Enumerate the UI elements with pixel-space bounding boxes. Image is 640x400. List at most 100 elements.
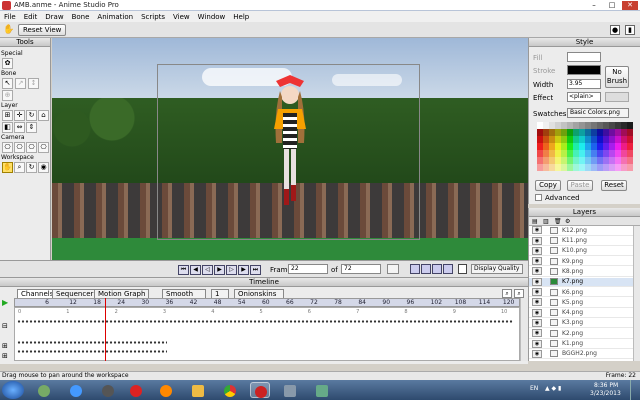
visibility-icon[interactable]: ◉ [532, 246, 542, 255]
visibility-icon[interactable]: ◉ [532, 329, 542, 338]
menu-scripts[interactable]: Scripts [137, 13, 169, 21]
new-layer-icon[interactable]: ▤ [532, 218, 538, 225]
visibility-icon[interactable]: ◉ [532, 226, 542, 235]
layer-flip-icon[interactable]: ⇔ [14, 122, 25, 133]
layer-row[interactable]: ◉ K7.png [529, 277, 633, 288]
visibility-icon[interactable]: ◉ [532, 318, 542, 327]
minimize-button[interactable]: – [586, 1, 602, 10]
taskbar-ie[interactable] [66, 382, 86, 398]
menu-window[interactable]: Window [194, 13, 230, 21]
visibility-icon[interactable]: ◉ [532, 288, 542, 297]
camera-roll-icon[interactable]: ⎔ [26, 142, 37, 153]
layer-row[interactable]: ◉ K1.png [529, 339, 633, 349]
camera-pan-icon[interactable]: ⎔ [38, 142, 49, 153]
swatches-select[interactable]: Basic Colors.png [567, 108, 629, 118]
menu-view[interactable]: View [169, 13, 194, 21]
view-split-v-icon[interactable] [432, 264, 442, 274]
layer-row[interactable]: ◉ K9.png [529, 257, 633, 267]
color-swatch[interactable] [627, 143, 633, 150]
visibility-icon[interactable]: ◉ [532, 236, 542, 245]
visibility-icon[interactable]: ◉ [532, 257, 542, 266]
color-swatch[interactable] [627, 129, 633, 136]
clock-time[interactable]: 8:36 PM [594, 382, 618, 389]
effect-select[interactable]: <plain> [567, 92, 601, 102]
visibility-icon[interactable]: ◉ [532, 298, 542, 307]
visibility-icon[interactable]: ◉ [532, 277, 542, 286]
hand-icon[interactable]: ✋ [3, 25, 14, 35]
layer-row[interactable]: ◉ K6.png [529, 288, 633, 298]
step-back-icon[interactable]: ◁ [202, 265, 213, 275]
playhead[interactable] [105, 298, 106, 361]
layer-row[interactable]: ◉ K4.png [529, 308, 633, 318]
clock-date[interactable]: 3/23/2013 [590, 390, 621, 397]
step-forward-icon[interactable]: ▷ [226, 265, 237, 275]
camera-zoom-icon[interactable]: ⎔ [14, 142, 25, 153]
taskbar-app-10[interactable] [312, 382, 332, 398]
language-indicator[interactable]: EN [530, 385, 538, 392]
layer-move-icon[interactable]: ✛ [14, 110, 25, 121]
keyframe-row[interactable] [17, 341, 167, 344]
menu-file[interactable]: File [0, 13, 20, 21]
start-button[interactable] [2, 381, 24, 399]
camera-track-icon[interactable]: ⎔ [2, 142, 13, 153]
workspace-pan-icon[interactable]: ✋ [2, 162, 13, 173]
grid-toggle-icon[interactable] [458, 264, 467, 274]
taskbar-app-1[interactable] [34, 382, 54, 398]
layer-row[interactable]: ◉ K5.png [529, 298, 633, 308]
layer-row[interactable]: ◉ K3.png [529, 318, 633, 329]
delete-layer-icon[interactable]: 🗑 [554, 218, 562, 225]
layer-transform-icon[interactable]: ⊞ [2, 110, 13, 121]
reset-view-button[interactable]: Reset View [18, 24, 67, 36]
play-icon[interactable]: ▶ [214, 265, 225, 275]
no-brush-button[interactable]: No Brush [605, 66, 629, 88]
layer-row[interactable]: ◉ K2.png [529, 329, 633, 339]
effect-edit-button[interactable] [605, 92, 629, 102]
advanced-checkbox[interactable] [535, 194, 542, 201]
visibility-icon[interactable]: ◉ [532, 267, 542, 276]
layers-scrollbar[interactable] [633, 226, 640, 361]
zoom-in-icon[interactable]: ⌕ [514, 289, 524, 298]
canvas[interactable] [52, 38, 528, 260]
stroke-color-swatch[interactable] [567, 65, 601, 75]
zoom-out-icon[interactable]: ⌕ [502, 289, 512, 298]
user-icon[interactable]: ● [610, 25, 620, 35]
taskbar-app-3[interactable] [98, 382, 118, 398]
bone-tool-3-icon[interactable]: ↕ [28, 78, 39, 89]
paste-button[interactable]: Paste [567, 180, 593, 191]
visibility-icon[interactable]: ◉ [532, 339, 542, 348]
end-icon[interactable]: ⏭ [250, 265, 261, 275]
taskbar-explorer[interactable] [188, 382, 208, 398]
layer-shear-icon[interactable]: ⌂ [38, 110, 49, 121]
rewind-icon[interactable]: ⏮ [178, 265, 189, 275]
play-marker-icon[interactable]: ▶ [2, 299, 11, 307]
color-swatch[interactable] [627, 136, 633, 143]
view-single-icon[interactable] [410, 264, 420, 274]
fill-color-swatch[interactable] [567, 52, 601, 62]
layer-rotate-icon[interactable]: ↻ [26, 110, 37, 121]
layer-row[interactable]: ◉ K12.png [529, 226, 633, 236]
taskbar-opera[interactable] [126, 382, 146, 398]
total-frames-input[interactable]: 72 [341, 264, 381, 274]
taskbar-firefox[interactable] [156, 382, 176, 398]
reset-style-button[interactable]: Reset [601, 180, 627, 191]
timeline-scrollbar[interactable] [520, 298, 528, 361]
menu-animation[interactable]: Animation [93, 13, 137, 21]
menu-bone[interactable]: Bone [68, 13, 94, 21]
bone-tool-4-icon[interactable]: ⊕ [2, 90, 13, 101]
color-swatch[interactable] [627, 122, 633, 129]
timeline-ruler[interactable]: 6 12 18 24 30 36 42 48 54 60 66 72 78 84 90 96 102 108 114… [14, 298, 520, 307]
layer-settings-icon[interactable]: ⚙ [565, 218, 570, 225]
timeline-tracks[interactable]: 0 1 2 3 4 5 6 7 8 9 10 [14, 307, 520, 361]
prev-key-icon[interactable]: ◀ [190, 265, 201, 275]
show-desktop-button[interactable] [630, 380, 640, 400]
visibility-icon[interactable]: ◉ [532, 308, 542, 317]
menu-help[interactable]: Help [229, 13, 253, 21]
layer-row[interactable]: ◉ K8.png [529, 267, 633, 277]
color-swatch[interactable] [627, 150, 633, 157]
workspace-rotate-icon[interactable]: ↻ [26, 162, 37, 173]
view-quad-icon[interactable] [443, 264, 453, 274]
view-split-h-icon[interactable] [421, 264, 431, 274]
layer-depth-icon[interactable]: ⇕ [26, 122, 37, 133]
width-input[interactable]: 3.95 [567, 79, 601, 89]
workspace-orbit-icon[interactable]: ◉ [38, 162, 49, 173]
